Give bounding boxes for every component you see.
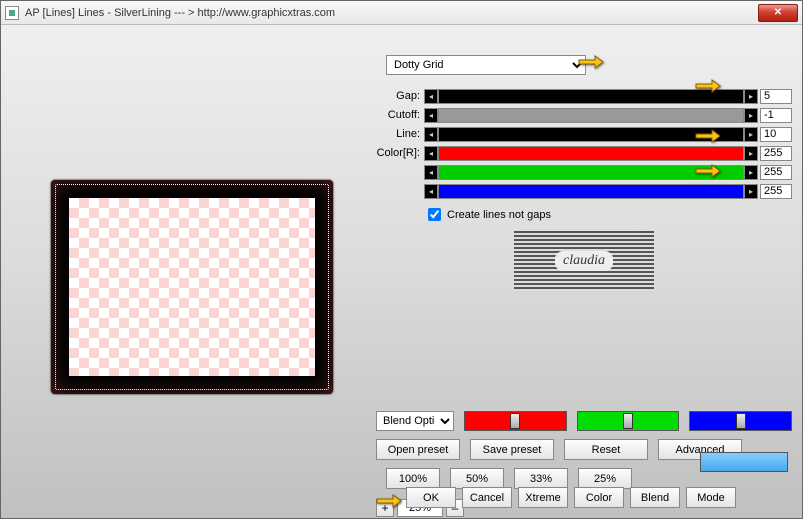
close-icon: ✕ [774, 7, 782, 18]
mode-button[interactable]: Mode [686, 487, 736, 508]
window: AP [Lines] Lines - SilverLining --- > ht… [0, 0, 803, 519]
left-arrow-icon: ◂ [429, 168, 433, 177]
ok-button[interactable]: OK [406, 487, 456, 508]
color-b-increment[interactable]: ▸ [744, 184, 758, 199]
line-value[interactable] [760, 127, 792, 142]
gap-decrement[interactable]: ◂ [424, 89, 438, 104]
color-g-value[interactable] [760, 165, 792, 180]
right-arrow-icon: ▸ [749, 187, 753, 196]
zoom-50-button[interactable]: 50% [450, 468, 504, 489]
gap-row: Gap: ◂ ▸ [376, 87, 792, 105]
color-r-decrement[interactable]: ◂ [424, 146, 438, 161]
color-b-slider[interactable] [438, 184, 744, 199]
blend-blue-slider[interactable] [689, 411, 792, 431]
color-b-row: ◂ ▸ [376, 182, 792, 200]
cutoff-slider[interactable] [438, 108, 744, 123]
color-r-increment[interactable]: ▸ [744, 146, 758, 161]
line-label: Line: [376, 128, 424, 140]
preset-select[interactable]: Dotty Grid [386, 55, 586, 75]
close-button[interactable]: ✕ [758, 4, 798, 22]
color-g-slider[interactable] [438, 165, 744, 180]
gap-increment[interactable]: ▸ [744, 89, 758, 104]
create-lines-row: Create lines not gaps [428, 208, 792, 221]
blend-row: Blend Options [376, 411, 792, 431]
logo-area: claudia [514, 231, 654, 291]
titlebar: AP [Lines] Lines - SilverLining --- > ht… [1, 1, 802, 25]
line-row: Line: ◂ ▸ [376, 125, 792, 143]
blend-green-slider[interactable] [577, 411, 680, 431]
color-button[interactable]: Color [574, 487, 624, 508]
color-r-value[interactable] [760, 146, 792, 161]
preview-frame [51, 180, 333, 394]
right-arrow-icon: ▸ [749, 130, 753, 139]
line-increment[interactable]: ▸ [744, 127, 758, 142]
controls-panel: Dotty Grid Gap: ◂ ▸ Cutoff: ◂ ▸ L [376, 35, 792, 517]
right-arrow-icon: ▸ [749, 149, 753, 158]
open-preset-button[interactable]: Open preset [376, 439, 460, 460]
blend-red-slider[interactable] [464, 411, 567, 431]
gap-slider[interactable] [438, 89, 744, 104]
left-arrow-icon: ◂ [429, 130, 433, 139]
window-title: AP [Lines] Lines - SilverLining --- > ht… [25, 7, 758, 19]
color-swatch[interactable] [700, 452, 788, 472]
logo-text: claudia [555, 251, 613, 271]
right-arrow-icon: ▸ [749, 92, 753, 101]
cutoff-label: Cutoff: [376, 109, 424, 121]
zoom-100-button[interactable]: 100% [386, 468, 440, 489]
zoom-25-button[interactable]: 25% [578, 468, 632, 489]
line-slider[interactable] [438, 127, 744, 142]
cutoff-value[interactable] [760, 108, 792, 123]
color-b-decrement[interactable]: ◂ [424, 184, 438, 199]
color-r-label: Color[R]: [376, 147, 424, 159]
zoom-33-button[interactable]: 33% [514, 468, 568, 489]
preview-checker [69, 198, 315, 376]
cutoff-row: Cutoff: ◂ ▸ [376, 106, 792, 124]
right-arrow-icon: ▸ [749, 168, 753, 177]
blend-button[interactable]: Blend [630, 487, 680, 508]
right-arrow-icon: ▸ [749, 111, 753, 120]
bottom-button-row: OK Cancel Xtreme Color Blend Mode [376, 487, 736, 508]
color-g-increment[interactable]: ▸ [744, 165, 758, 180]
color-r-row: Color[R]: ◂ ▸ [376, 144, 792, 162]
gap-label: Gap: [376, 90, 424, 102]
save-preset-button[interactable]: Save preset [470, 439, 554, 460]
cutoff-increment[interactable]: ▸ [744, 108, 758, 123]
line-decrement[interactable]: ◂ [424, 127, 438, 142]
color-g-decrement[interactable]: ◂ [424, 165, 438, 180]
reset-button[interactable]: Reset [564, 439, 648, 460]
content-area: Dotty Grid Gap: ◂ ▸ Cutoff: ◂ ▸ L [1, 25, 802, 518]
blend-select[interactable]: Blend Options [376, 411, 454, 431]
left-arrow-icon: ◂ [429, 149, 433, 158]
color-r-slider[interactable] [438, 146, 744, 161]
create-lines-checkbox[interactable] [428, 208, 441, 221]
color-g-row: ◂ ▸ [376, 163, 792, 181]
create-lines-label: Create lines not gaps [447, 209, 551, 221]
color-b-value[interactable] [760, 184, 792, 199]
left-arrow-icon: ◂ [429, 111, 433, 120]
left-arrow-icon: ◂ [429, 187, 433, 196]
left-arrow-icon: ◂ [429, 92, 433, 101]
xtreme-button[interactable]: Xtreme [518, 487, 568, 508]
gap-value[interactable] [760, 89, 792, 104]
cutoff-decrement[interactable]: ◂ [424, 108, 438, 123]
cancel-button[interactable]: Cancel [462, 487, 512, 508]
app-icon [5, 6, 19, 20]
